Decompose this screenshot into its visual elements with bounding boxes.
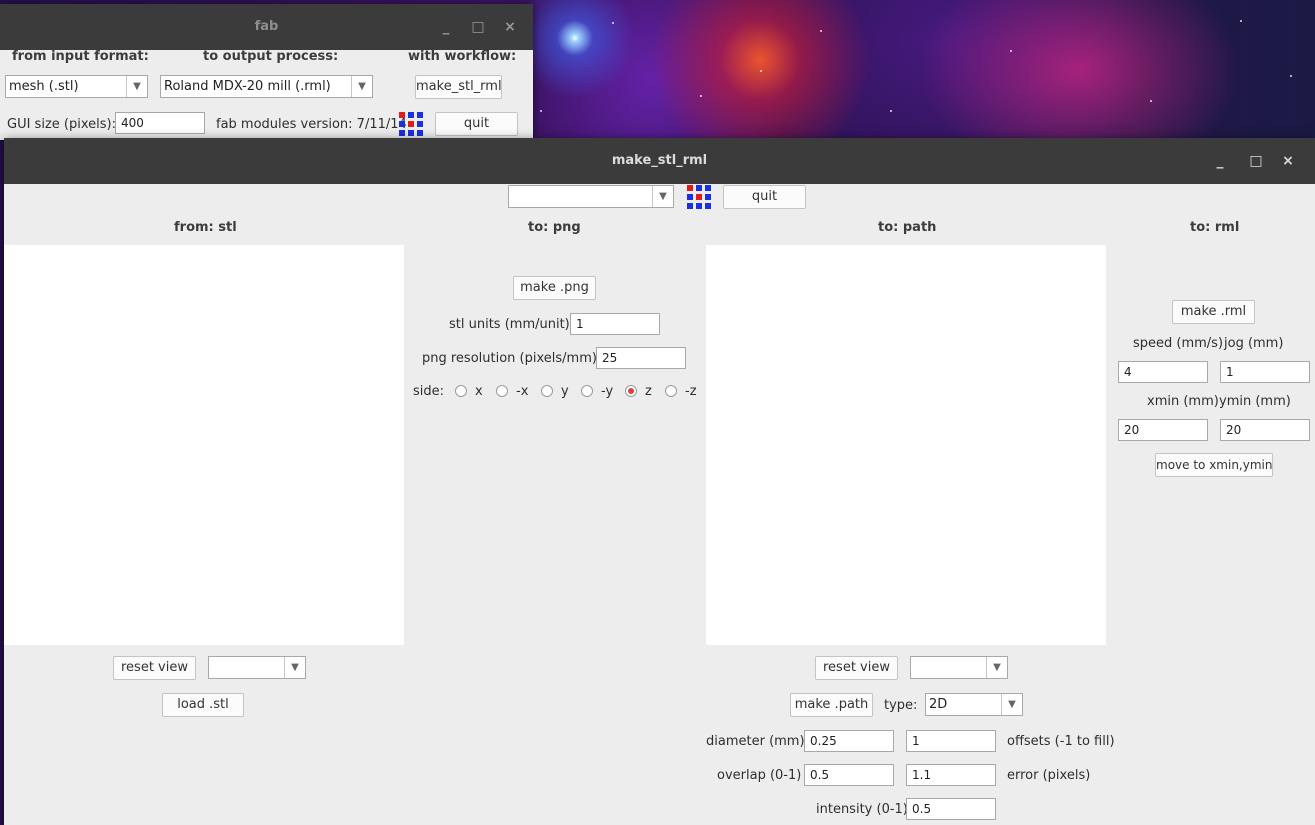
workflow-header: with workflow: <box>408 49 517 64</box>
side-x-label: x <box>475 384 483 399</box>
fab-titlebar[interactable]: fab _ □ × <box>0 4 533 50</box>
stl-reset-view-button[interactable]: reset view <box>113 656 196 680</box>
fab-window: fab _ □ × from input format: to output p… <box>0 4 533 140</box>
make-window-title: make_stl_rml <box>611 153 708 168</box>
maximize-icon[interactable]: □ <box>1246 138 1266 184</box>
star <box>760 70 762 72</box>
to-path-header: to: path <box>878 220 937 235</box>
xmin-label: xmin (mm) <box>1147 394 1219 409</box>
fab-window-title: fab <box>254 19 279 34</box>
star <box>1290 75 1292 77</box>
speed-label: speed (mm/s) <box>1133 336 1224 351</box>
star <box>1010 50 1012 52</box>
close-icon[interactable]: × <box>1278 138 1298 184</box>
side-x-radio[interactable] <box>455 385 467 397</box>
star <box>820 30 822 32</box>
intensity-label: intensity (0-1) <box>816 802 908 817</box>
side-neg-z-radio[interactable] <box>665 385 677 397</box>
input-format-value: mesh (.stl) <box>9 79 79 94</box>
make-quit-button[interactable]: quit <box>723 185 806 209</box>
path-type-select[interactable]: 2D ▼ <box>925 693 1023 716</box>
star <box>540 110 542 112</box>
to-rml-header: to: rml <box>1190 220 1240 235</box>
stl-units-input[interactable]: 1 <box>570 313 660 335</box>
gui-size-label: GUI size (pixels): <box>7 117 116 132</box>
move-to-xmin-ymin-button[interactable]: move to xmin,ymin <box>1155 453 1273 477</box>
side-neg-y-label: -y <box>601 384 614 399</box>
side-label: side: <box>413 384 445 399</box>
fab-logo-icon <box>399 112 423 136</box>
jog-input[interactable]: 1 <box>1220 361 1310 383</box>
side-z-label: z <box>645 384 652 399</box>
make-png-button[interactable]: make .png <box>513 276 596 300</box>
chevron-down-icon: ▼ <box>351 76 372 97</box>
workflow-button[interactable]: make_stl_rml <box>415 75 502 99</box>
type-label: type: <box>884 698 918 713</box>
make-rml-button[interactable]: make .rml <box>1172 300 1255 324</box>
side-z-radio[interactable] <box>625 385 637 397</box>
maximize-icon[interactable]: □ <box>468 4 488 50</box>
make-titlebar[interactable]: make_stl_rml _ □ × <box>4 138 1315 184</box>
side-neg-x-radio[interactable] <box>496 385 508 397</box>
offsets-input[interactable]: 1 <box>906 730 996 752</box>
input-format-header: from input format: <box>12 49 149 64</box>
output-process-header: to output process: <box>203 49 339 64</box>
path-reset-view-button[interactable]: reset view <box>815 656 898 680</box>
chevron-down-icon: ▼ <box>652 186 673 207</box>
version-text: fab modules version: 7/11/14 <box>216 117 407 132</box>
top-select[interactable]: ▼ <box>508 185 674 208</box>
chevron-down-icon: ▼ <box>126 76 147 97</box>
fab-quit-button[interactable]: quit <box>435 112 518 136</box>
png-resolution-input[interactable]: 25 <box>596 347 686 369</box>
side-neg-z-label: -z <box>685 384 697 399</box>
path-view-select[interactable]: ▼ <box>910 656 1008 679</box>
make-stl-rml-window: make_stl_rml _ □ × ▼ quit from: stl to: … <box>4 138 1315 825</box>
chevron-down-icon: ▼ <box>986 657 1007 678</box>
error-input[interactable]: 1.1 <box>906 764 996 786</box>
make-path-button[interactable]: make .path <box>790 693 873 717</box>
star <box>612 22 614 24</box>
speed-input[interactable]: 4 <box>1118 361 1208 383</box>
chevron-down-icon: ▼ <box>284 657 305 678</box>
diameter-label: diameter (mm) <box>706 734 805 749</box>
side-y-label: y <box>561 384 569 399</box>
output-process-select[interactable]: Roland MDX-20 mill (.rml) ▼ <box>160 75 373 98</box>
overlap-label: overlap (0-1) <box>717 768 802 783</box>
stl-units-label: stl units (mm/unit): <box>449 317 575 332</box>
diameter-input[interactable]: 0.25 <box>804 730 894 752</box>
intensity-input[interactable]: 0.5 <box>906 798 996 820</box>
path-view-canvas[interactable] <box>706 245 1106 645</box>
star <box>890 110 892 112</box>
minimize-icon[interactable]: _ <box>1210 138 1230 184</box>
offsets-label: offsets (-1 to fill) <box>1007 734 1115 749</box>
side-neg-y-radio[interactable] <box>581 385 593 397</box>
jog-label: jog (mm) <box>1224 336 1284 351</box>
side-neg-x-label: -x <box>516 384 529 399</box>
from-stl-header: from: stl <box>174 220 237 235</box>
gui-size-input[interactable]: 400 <box>115 112 205 134</box>
to-png-header: to: png <box>528 220 581 235</box>
ymin-input[interactable]: 20 <box>1220 419 1310 441</box>
ymin-label: ymin (mm) <box>1219 394 1291 409</box>
input-format-select[interactable]: mesh (.stl) ▼ <box>5 75 148 98</box>
fab-logo-icon <box>687 185 711 209</box>
star <box>1150 100 1152 102</box>
minimize-icon[interactable]: _ <box>436 4 456 50</box>
load-stl-button[interactable]: load .stl <box>162 693 244 717</box>
stl-view-select[interactable]: ▼ <box>208 656 306 679</box>
side-y-radio[interactable] <box>541 385 553 397</box>
xmin-input[interactable]: 20 <box>1118 419 1208 441</box>
star <box>1240 20 1242 22</box>
output-process-value: Roland MDX-20 mill (.rml) <box>164 79 331 94</box>
error-label: error (pixels) <box>1007 768 1091 783</box>
png-resolution-label: png resolution (pixels/mm): <box>422 351 602 366</box>
star <box>700 95 702 97</box>
close-icon[interactable]: × <box>500 4 520 50</box>
path-type-value: 2D <box>929 697 948 712</box>
chevron-down-icon: ▼ <box>1001 694 1022 715</box>
stl-view-canvas[interactable] <box>4 245 404 645</box>
overlap-input[interactable]: 0.5 <box>804 764 894 786</box>
